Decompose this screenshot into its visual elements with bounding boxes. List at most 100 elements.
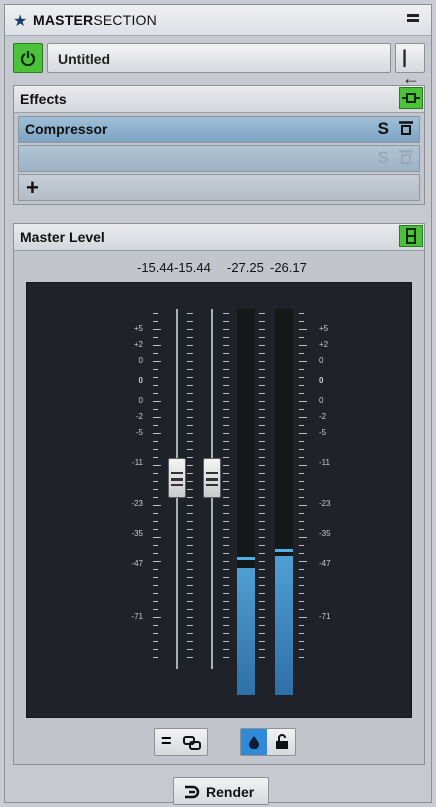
fader-tick — [187, 657, 193, 658]
fader-tick — [187, 601, 193, 602]
scale-label: -2 — [319, 412, 327, 421]
fader-tick — [259, 457, 265, 458]
fader-tick — [259, 633, 265, 634]
plugin-chain-button[interactable] — [399, 87, 423, 109]
fader-tick — [259, 393, 265, 394]
scale-label: -71 — [319, 612, 331, 621]
scale-tick — [299, 385, 304, 386]
effects-header[interactable]: Effects — [14, 86, 424, 113]
fader-tick — [187, 529, 193, 530]
scale-tick — [299, 361, 307, 362]
scale-tick — [299, 321, 304, 322]
power-button[interactable] — [13, 43, 43, 73]
level-readout-1: -15.44 — [137, 260, 174, 275]
bypass-icon[interactable] — [399, 150, 413, 164]
s-icon[interactable]: S — [378, 119, 389, 139]
dither-button[interactable] — [241, 729, 267, 755]
scale-label: +5 — [319, 324, 329, 333]
dither-drop-icon — [249, 736, 259, 749]
scale-tick — [299, 497, 304, 498]
fader-tick — [187, 425, 193, 426]
fader-tick — [259, 369, 265, 370]
fader-tick — [259, 553, 265, 554]
fader-tick — [223, 353, 229, 354]
fader-tick — [259, 417, 265, 418]
effects-section: Effects Compressor S S + — [13, 85, 425, 205]
fader-tick — [223, 561, 229, 562]
scale-tick — [299, 457, 304, 458]
plugin-chain-icon — [402, 93, 420, 103]
fader-tick — [223, 321, 229, 322]
scale-label: -5 — [319, 428, 327, 437]
scale-tick — [299, 481, 304, 482]
panel-toggle-button[interactable] — [399, 225, 423, 247]
effect-slot-1-label: Compressor — [25, 121, 108, 137]
preset-name-field[interactable]: Untitled — [47, 43, 391, 73]
fader-tick — [259, 409, 265, 410]
scale-tick — [299, 569, 304, 570]
fader-tick — [259, 513, 265, 514]
scale-tick — [153, 585, 158, 586]
fader-tick — [223, 393, 229, 394]
fader-tick — [187, 353, 193, 354]
unlock-icon[interactable] — [275, 734, 289, 750]
scale-tick — [299, 649, 304, 650]
fader-tick — [223, 545, 229, 546]
effects-label: Effects — [20, 91, 67, 107]
scale-label: +2 — [133, 340, 143, 349]
scale-tick — [153, 417, 161, 418]
fader-tick — [223, 657, 229, 658]
effect-slot-2[interactable]: S — [18, 145, 420, 172]
master-level-header[interactable]: Master Level — [14, 224, 424, 251]
scale-tick — [153, 337, 158, 338]
fader-tick — [259, 593, 265, 594]
level-readout-2: -15.44 — [174, 260, 211, 275]
fader-tick — [187, 385, 193, 386]
scale-label: 0 — [138, 356, 143, 365]
fader-tick — [259, 625, 265, 626]
fader-tick — [187, 593, 193, 594]
fader-tick — [187, 641, 193, 642]
render-button[interactable]: Render — [173, 777, 269, 805]
scale-label: +2 — [319, 340, 329, 349]
scale-tick — [153, 505, 161, 506]
add-effect-button[interactable]: + — [18, 174, 420, 201]
effect-slot-1[interactable]: Compressor S — [18, 116, 420, 143]
scale-tick — [299, 409, 304, 410]
fader-tick — [259, 601, 265, 602]
scale-tick — [153, 401, 161, 402]
scale-label: 0 — [319, 356, 324, 365]
panel-menu-icon[interactable] — [407, 14, 419, 25]
fader-tick — [259, 345, 265, 346]
fader-tick — [223, 513, 229, 514]
fader-tick — [259, 321, 265, 322]
fader-tick — [223, 585, 229, 586]
fader-left[interactable] — [168, 458, 186, 499]
scale-tick — [299, 609, 304, 610]
s-icon[interactable]: S — [378, 148, 389, 168]
link-channels-icon[interactable]: = — [161, 731, 172, 752]
fader-tick — [223, 577, 229, 578]
fader-right[interactable] — [203, 458, 221, 499]
fader-tick — [259, 361, 265, 362]
master-section-window: ★ MASTERSECTION Untitled |← Effects Comp… — [4, 4, 432, 805]
meter-display: +5 +2 0 0 0 -2 -5 -11 -23 -35 -47 -71 +5 +2 0 0 0 -2 -5 -1… — [26, 282, 412, 718]
fader-tick — [223, 345, 229, 346]
scale-tick — [299, 513, 304, 514]
scale-label: -47 — [131, 559, 143, 568]
star-icon: ★ — [13, 13, 28, 30]
scale-tick — [153, 329, 161, 330]
mono-icon[interactable] — [183, 736, 201, 750]
scale-label: -23 — [319, 499, 331, 508]
scale-tick — [153, 473, 158, 474]
fader-tick — [259, 585, 265, 586]
fader-tick — [187, 625, 193, 626]
scale-tick — [299, 633, 304, 634]
scale-label: -5 — [135, 428, 143, 437]
fader-tick — [223, 497, 229, 498]
bypass-icon[interactable] — [399, 121, 413, 135]
fader-tick — [187, 433, 193, 434]
reset-to-start-button[interactable]: |← — [395, 43, 425, 88]
scale-tick — [299, 417, 307, 418]
fader-tick — [187, 497, 193, 498]
